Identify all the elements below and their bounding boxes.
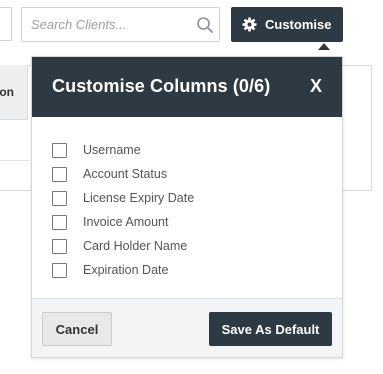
checkbox[interactable] [52, 262, 67, 278]
column-option-card-holder-name[interactable]: Card Holder Name [52, 234, 194, 258]
checkbox[interactable] [52, 238, 67, 254]
checkbox[interactable] [52, 214, 67, 230]
checkbox[interactable] [52, 190, 67, 206]
background-button[interactable]: on [0, 65, 28, 120]
column-option-label: Username [83, 143, 141, 157]
cancel-button[interactable]: Cancel [42, 312, 112, 346]
popover-title: Customise Columns (0/6) [52, 76, 271, 96]
customise-columns-popover: Customise Columns (0/6) X Username Accou… [31, 56, 343, 358]
background-button-label: on [0, 85, 14, 99]
background-field-fragment [0, 7, 12, 41]
gear-icon [242, 17, 257, 32]
customise-button-label: Customise [265, 17, 332, 32]
popover-caret [318, 43, 330, 50]
close-button[interactable]: X [310, 76, 322, 97]
column-option-label: Account Status [83, 167, 168, 181]
column-option-label: Invoice Amount [83, 215, 169, 229]
popover-footer: Cancel Save As Default [32, 299, 342, 357]
column-option-label: Expiration Date [83, 263, 169, 277]
search-icon[interactable] [196, 16, 214, 34]
column-option-label: Card Holder Name [83, 239, 188, 253]
column-option-expiration-date[interactable]: Expiration Date [52, 258, 194, 282]
column-option-username[interactable]: Username [52, 138, 194, 162]
search-box [21, 7, 220, 42]
checkbox[interactable] [52, 142, 67, 158]
background-row-divider [0, 160, 30, 161]
save-as-default-button[interactable]: Save As Default [209, 312, 332, 346]
column-option-license-expiry-date[interactable]: License Expiry Date [52, 186, 194, 210]
column-option-account-status[interactable]: Account Status [52, 162, 194, 186]
popover-header: Customise Columns (0/6) X [32, 57, 342, 117]
column-options-list: Username Account Status License Expiry D… [52, 138, 194, 282]
search-input[interactable] [22, 8, 187, 41]
customise-button[interactable]: Customise [231, 7, 343, 42]
column-option-label: License Expiry Date [83, 191, 195, 205]
column-option-invoice-amount[interactable]: Invoice Amount [52, 210, 194, 234]
checkbox[interactable] [52, 166, 67, 182]
